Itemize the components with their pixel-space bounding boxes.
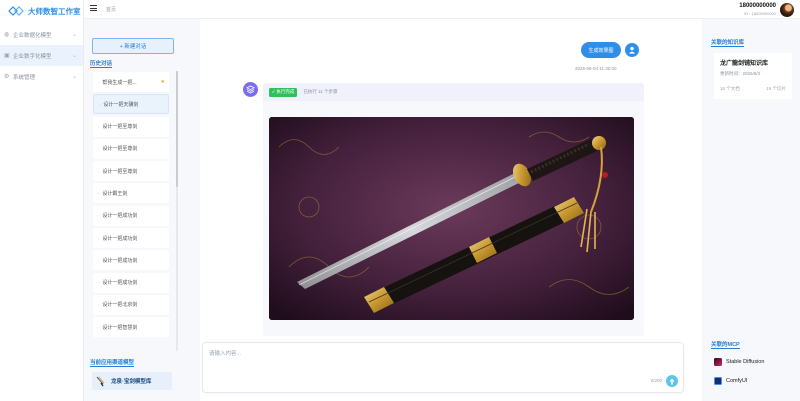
brand[interactable]: 大师数智工作室 bbox=[0, 0, 83, 22]
stable-diffusion-icon bbox=[714, 358, 722, 366]
history-item-label: 帮我生成一把... bbox=[102, 79, 137, 86]
mcp-item-comfyui[interactable]: ComfyUI bbox=[714, 377, 747, 385]
nav-item-label: 系统管理 bbox=[13, 74, 36, 81]
mcp-section-title: 关联的MCP bbox=[711, 342, 740, 349]
history-scrollbar-thumb[interactable] bbox=[176, 71, 178, 187]
generated-image[interactable] bbox=[269, 117, 634, 320]
dot-icon: ◦ bbox=[98, 302, 100, 308]
dot-icon: ◦ bbox=[98, 280, 100, 286]
status-badge: ✓ 执行完成 bbox=[269, 87, 298, 97]
history-item[interactable]: ◦ 设计一把成功剑 bbox=[93, 250, 169, 271]
dot-icon: ◦ bbox=[98, 124, 100, 130]
send-button[interactable] bbox=[666, 375, 678, 387]
history-item-label: 设计一把成功剑 bbox=[102, 235, 138, 242]
message-timestamp: 2025-06-04 11:30:00 bbox=[575, 66, 617, 71]
user-message-bubble: 生成效果图 bbox=[581, 42, 621, 58]
nav-item-data-model[interactable]: ◍ 企业数据化模型 ⌄ bbox=[0, 24, 83, 45]
history-item-label: 设计一把至尊剑 bbox=[102, 146, 138, 153]
left-navigation: 大师数智工作室 ◍ 企业数据化模型 ⌄ ▣ 企业数字化模型 ⌄ ⚙ 系统管理 ⌄ bbox=[0, 0, 84, 401]
right-panel: 关联的知识库 龙广龍剑铺知识库 更新时间：2025/6/3 16 个文档 16 … bbox=[702, 19, 800, 401]
globe-icon: ◍ bbox=[4, 31, 10, 38]
dot-icon: ◦ bbox=[98, 257, 100, 263]
history-item[interactable]: ◦ 设计一把成功剑 bbox=[93, 228, 169, 249]
char-count: 0/200 bbox=[650, 378, 662, 383]
nav-item-system[interactable]: ⚙ 系统管理 ⌄ bbox=[0, 66, 83, 87]
model-section-title: 当前应用渠道模型 bbox=[90, 360, 135, 367]
history-item-label: 设计一把北京剑 bbox=[102, 302, 138, 309]
avatar[interactable] bbox=[780, 3, 794, 17]
history-item[interactable]: ◦ 设计一把至尊剑 bbox=[93, 116, 169, 137]
user-avatar-icon bbox=[625, 43, 639, 57]
dot-icon: ◦ bbox=[98, 168, 100, 174]
execution-status-bar[interactable]: ✓ 执行完成 已执行 11 个步骤 bbox=[263, 83, 644, 101]
gear-icon: ⚙ bbox=[4, 73, 10, 80]
history-item-label: 设计一把成功剑 bbox=[102, 280, 138, 287]
dot-icon: ◦ bbox=[98, 235, 100, 241]
dot-icon: ◦ bbox=[98, 79, 100, 85]
history-item[interactable]: ◦ 设计霸王剑 bbox=[93, 183, 169, 204]
dot-icon: ◦ bbox=[98, 146, 100, 152]
history-item[interactable]: ◦ 设计一把至尊剑 bbox=[93, 161, 169, 182]
chevron-down-icon: ⌄ bbox=[71, 74, 77, 80]
history-item[interactable]: ◦ 设计一把天骥剑 bbox=[93, 94, 169, 115]
history-item-label: 设计一把至尊剑 bbox=[102, 168, 138, 175]
dot-icon: ◦ bbox=[99, 101, 101, 107]
sword-icon bbox=[96, 376, 105, 386]
knowledge-base-card[interactable]: 龙广龍剑铺知识库 更新时间：2025/6/3 16 个文档 16 个切片 bbox=[714, 53, 792, 99]
history-item[interactable]: ◦ 设计一把至尊剑 bbox=[93, 138, 169, 159]
mcp-item-stable-diffusion[interactable]: Stable Diffusion bbox=[714, 358, 764, 366]
history-panel: + 新建对话 历史对话 ◦ 帮我生成一把... ★ ◦ 设计一把天骥剑 ◦ 设计… bbox=[84, 19, 200, 401]
model-label: 龙泉·宝剑模型库 bbox=[111, 379, 152, 385]
kb-updated: 更新时间：2025/6/3 bbox=[720, 71, 761, 76]
bot-avatar-icon bbox=[243, 82, 258, 97]
chevron-down-icon: ⌄ bbox=[71, 32, 77, 38]
bot-response-card: ✓ 执行完成 已执行 11 个步骤 bbox=[263, 83, 644, 336]
history-item[interactable]: ◦ 设计一把智慧剑 bbox=[93, 317, 169, 338]
input-placeholder: 请输入内容... bbox=[209, 351, 242, 357]
kb-title: 龙广龍剑铺知识库 bbox=[720, 61, 769, 67]
model-card[interactable]: 龙泉·宝剑模型库 bbox=[92, 372, 172, 390]
breadcrumb[interactable]: 首页 bbox=[106, 6, 116, 13]
arrow-up-icon bbox=[669, 378, 675, 384]
message-input[interactable]: 请输入内容... 0/200 bbox=[202, 342, 684, 393]
history-item[interactable]: ◦ 帮我生成一把... ★ bbox=[93, 72, 169, 92]
history-title: 历史对话 bbox=[90, 61, 113, 68]
mcp-label: ComfyUI bbox=[726, 378, 748, 384]
brand-title: 大师数智工作室 bbox=[28, 6, 81, 16]
history-item-label: 设计一把成功剑 bbox=[102, 257, 138, 264]
comfyui-icon bbox=[714, 377, 722, 385]
menu-toggle-icon[interactable] bbox=[90, 5, 97, 12]
dot-icon: ◦ bbox=[98, 324, 100, 330]
history-item-label: 设计霸王剑 bbox=[102, 190, 128, 197]
kb-section-title: 关联的知识库 bbox=[711, 40, 745, 47]
chevron-down-icon: ⌄ bbox=[71, 53, 77, 59]
history-item-label: 设计一把智慧剑 bbox=[102, 324, 138, 331]
mcp-label: Stable Diffusion bbox=[726, 359, 765, 365]
nav-item-label: 企业数字化模型 bbox=[13, 53, 52, 60]
store-icon: ▣ bbox=[4, 52, 10, 59]
nav-item-digital-model[interactable]: ▣ 企业数字化模型 ⌄ bbox=[0, 45, 83, 66]
history-item-label: 设计一把成功剑 bbox=[102, 213, 138, 220]
kb-segments-count: 16 个切片 bbox=[766, 86, 786, 91]
user-id: ID : 18000000000 bbox=[744, 11, 776, 16]
history-item[interactable]: ◦ 设计一把北京剑 bbox=[93, 294, 169, 315]
new-chat-button[interactable]: + 新建对话 bbox=[92, 38, 174, 54]
history-list: ◦ 帮我生成一把... ★ ◦ 设计一把天骥剑 ◦ 设计一把至尊剑 ◦ 设计一把… bbox=[93, 72, 169, 340]
nav-item-label: 企业数据化模型 bbox=[13, 32, 52, 39]
dot-icon: ◦ bbox=[98, 190, 100, 196]
history-item[interactable]: ◦ 设计一把成功剑 bbox=[93, 272, 169, 293]
kb-docs-count: 16 个文档 bbox=[720, 86, 740, 91]
top-bar: 首页 18000000000 ID : 18000000000 bbox=[84, 0, 800, 19]
star-icon[interactable]: ★ bbox=[161, 79, 165, 85]
history-item-label: 设计一把至尊剑 bbox=[102, 124, 138, 131]
dot-icon: ◦ bbox=[98, 213, 100, 219]
chat-area: 生成效果图 2025-06-04 11:30:00 ✓ 执行完成 已执行 11 … bbox=[200, 19, 702, 401]
status-text: 已执行 11 个步骤 bbox=[303, 89, 338, 94]
brand-logo-icon bbox=[8, 6, 24, 16]
sword-render-image bbox=[269, 117, 634, 320]
history-item-label: 设计一把天骥剑 bbox=[103, 101, 139, 108]
user-phone: 18000000000 bbox=[739, 3, 776, 9]
history-item[interactable]: ◦ 设计一把成功剑 bbox=[93, 205, 169, 226]
